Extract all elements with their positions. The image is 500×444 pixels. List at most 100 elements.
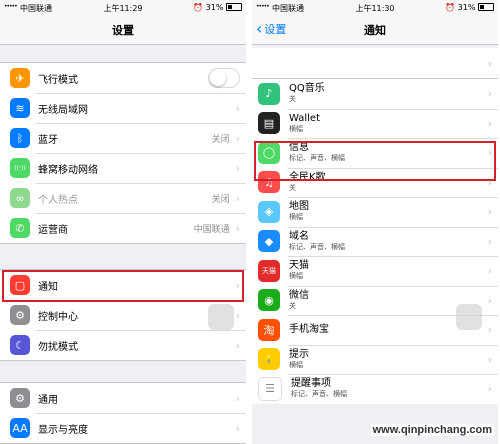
- control-center-icon: ⚙: [10, 305, 30, 325]
- chevron-right-icon: ›: [487, 234, 492, 248]
- chevron-right-icon: ›: [235, 308, 240, 322]
- domain-icon: ◆: [258, 230, 280, 253]
- app-name: 地图: [289, 201, 309, 213]
- app-row-tips[interactable]: 💡 提示 横幅 ›: [252, 344, 498, 375]
- settings-row-label: 控制中心: [38, 311, 78, 323]
- tmall-icon: 天猫: [258, 259, 280, 282]
- notification-style-row[interactable]: ›: [252, 48, 498, 79]
- maps-icon: ◈: [258, 200, 280, 223]
- app-notification-style: 标记、声音、横幅: [289, 242, 345, 251]
- settings-row-label: 个人热点: [38, 194, 78, 206]
- app-name: 域名: [289, 230, 309, 242]
- app-notification-style: 横幅: [289, 272, 303, 281]
- chevron-right-icon: ›: [487, 352, 492, 366]
- settings-row-label: 飞行模式: [38, 74, 78, 86]
- chevron-right-icon: ›: [235, 221, 240, 235]
- page-title: 通知: [364, 24, 386, 37]
- hotspot-icon: ∞: [10, 188, 30, 208]
- app-name: 微信: [289, 289, 309, 301]
- app-notification-style: 横幅: [289, 213, 303, 222]
- highlight-notifications: [2, 270, 244, 302]
- settings-row-value: 关闭: [211, 134, 230, 145]
- screenshot-composite: ••••• 中国联通 上午11:29 ⏰ 31% 设置 ✈ 飞行模式 ≋ 无线局域网 ›…: [0, 0, 500, 444]
- airplane-icon: ✈: [10, 68, 30, 88]
- settings-row-label: 勿扰模式: [38, 341, 78, 353]
- airplane-mode-toggle[interactable]: [208, 68, 240, 88]
- settings-screen: ••••• 中国联通 上午11:29 ⏰ 31% 设置 ✈ 飞行模式 ≋ 无线局域网 ›…: [0, 0, 246, 444]
- settings-row-label: 蜂窝移动网络: [38, 164, 98, 176]
- battery-percent: 31%: [457, 3, 476, 12]
- display-icon: AA: [10, 418, 30, 438]
- taobao-icon: 淘: [258, 318, 280, 341]
- app-row-text: 提示 横幅: [289, 349, 488, 370]
- battery-status: ⏰ 31%: [445, 3, 494, 12]
- app-row-maps[interactable]: ◈ 地图 横幅 ›: [252, 197, 498, 227]
- chevron-right-icon: ›: [487, 87, 492, 101]
- watermark: www.qinpinchang.com: [370, 424, 494, 436]
- wallet-icon: ▤: [258, 112, 280, 135]
- alarm-icon: ⏰: [193, 3, 204, 12]
- app-notification-style: 横幅: [289, 124, 303, 133]
- app-name: Wallet: [289, 112, 321, 124]
- settings-group-general: ⚙ 通用 › AA 显示与亮度 ›: [0, 382, 246, 444]
- app-row-text: 提醒事项 标记、声音、横幅: [291, 378, 488, 399]
- alarm-icon: ⏰: [445, 3, 456, 12]
- settings-row-gear[interactable]: ⚙ 通用 ›: [0, 383, 246, 413]
- gear-icon: ⚙: [10, 388, 30, 408]
- status-bar: ••••• 中国联通 上午11:29 ⏰ 31%: [0, 0, 246, 16]
- chevron-right-icon: ›: [235, 421, 240, 435]
- app-row-text: 域名 标记、声音、横幅: [289, 231, 488, 252]
- bluetooth-icon: ᛒ: [10, 128, 30, 148]
- nav-bar: 设置: [0, 16, 246, 45]
- app-row-text: Wallet 横幅: [289, 113, 488, 134]
- chevron-right-icon: ›: [235, 191, 240, 205]
- app-notification-style: 标记、声音、横幅: [291, 390, 347, 399]
- app-row-domain[interactable]: ◆ 域名 标记、声音、横幅 ›: [252, 226, 498, 257]
- settings-row-hotspot[interactable]: ∞ 个人热点 关闭 ›: [0, 183, 246, 213]
- settings-row-wifi[interactable]: ≋ 无线局域网 ›: [0, 93, 246, 123]
- moon-icon: ☾: [10, 335, 30, 355]
- cellular-icon: ((·)): [10, 158, 30, 178]
- chevron-right-icon: ›: [487, 205, 492, 219]
- chevron-right-icon: ›: [487, 264, 492, 278]
- settings-group-connectivity: ✈ 飞行模式 ≋ 无线局域网 › ᛒ 蓝牙 关闭 › ((·)) 蜂窝移动网络 › ∞ 个人热点 关闭 › ✆ 运…: [0, 62, 246, 244]
- reminders-icon: ☰: [258, 376, 282, 401]
- chevron-right-icon: ›: [235, 101, 240, 115]
- app-name: 天猫: [289, 260, 309, 272]
- settings-row-label: 显示与亮度: [38, 424, 88, 436]
- chevron-right-icon: ›: [235, 131, 240, 145]
- app-name: 提示: [289, 348, 309, 360]
- app-name: 提醒事项: [291, 378, 331, 390]
- status-bar: ••••• 中国联通 上午11:30 ⏰ 31%: [252, 0, 498, 16]
- app-row-text: 天猫 横幅: [289, 260, 488, 281]
- battery-icon: [226, 3, 242, 11]
- app-row-text: 地图 横幅: [289, 201, 488, 222]
- notifications-screen: ••••• 中国联通 上午11:30 ⏰ 31% ‹ 设置 通知 › ♪ QQ音乐…: [252, 0, 498, 444]
- highlight-messages: [254, 141, 496, 181]
- wifi-icon: ≋: [10, 98, 30, 118]
- battery-percent: 31%: [205, 3, 224, 12]
- battery-icon: [478, 3, 494, 11]
- chevron-right-icon: ›: [487, 293, 492, 307]
- app-row-tmall[interactable]: 天猫 天猫 横幅 ›: [252, 256, 498, 286]
- settings-row-airplane[interactable]: ✈ 飞行模式: [0, 63, 246, 93]
- chevron-right-icon: ›: [487, 116, 492, 130]
- settings-row-label: 蓝牙: [38, 134, 58, 146]
- settings-row-bluetooth[interactable]: ᛒ 蓝牙 关闭 ›: [0, 123, 246, 153]
- chevron-right-icon: ›: [235, 161, 240, 175]
- app-row-qq-music[interactable]: ♪ QQ音乐关 ›: [252, 79, 498, 109]
- settings-row-moon[interactable]: ☾ 勿扰模式 ›: [0, 330, 246, 360]
- settings-row-cellular[interactable]: ((·)) 蜂窝移动网络 ›: [0, 153, 246, 183]
- tips-icon: 💡: [258, 348, 280, 371]
- assistive-touch-button[interactable]: [208, 304, 234, 330]
- app-row-text: QQ音乐关: [289, 83, 488, 104]
- settings-row-phone[interactable]: ✆ 运营商 中国联通 ›: [0, 213, 246, 243]
- app-notification-list: ♪ QQ音乐关 › ▤ Wallet 横幅 › ◯ 信息 标记、声音、横幅 › ♫ 全民K歌关 › ◈ 地图横…: [252, 79, 498, 404]
- settings-row-display[interactable]: AA 显示与亮度 ›: [0, 413, 246, 443]
- chevron-right-icon: ›: [487, 56, 492, 70]
- wechat-icon: ◉: [258, 289, 280, 312]
- assistive-touch-button[interactable]: [456, 304, 482, 330]
- app-row-reminders[interactable]: ☰ 提醒事项 标记、声音、横幅 ›: [252, 374, 498, 404]
- settings-row-label: 通用: [38, 394, 58, 406]
- app-row-wallet[interactable]: ▤ Wallet 横幅 ›: [252, 108, 498, 139]
